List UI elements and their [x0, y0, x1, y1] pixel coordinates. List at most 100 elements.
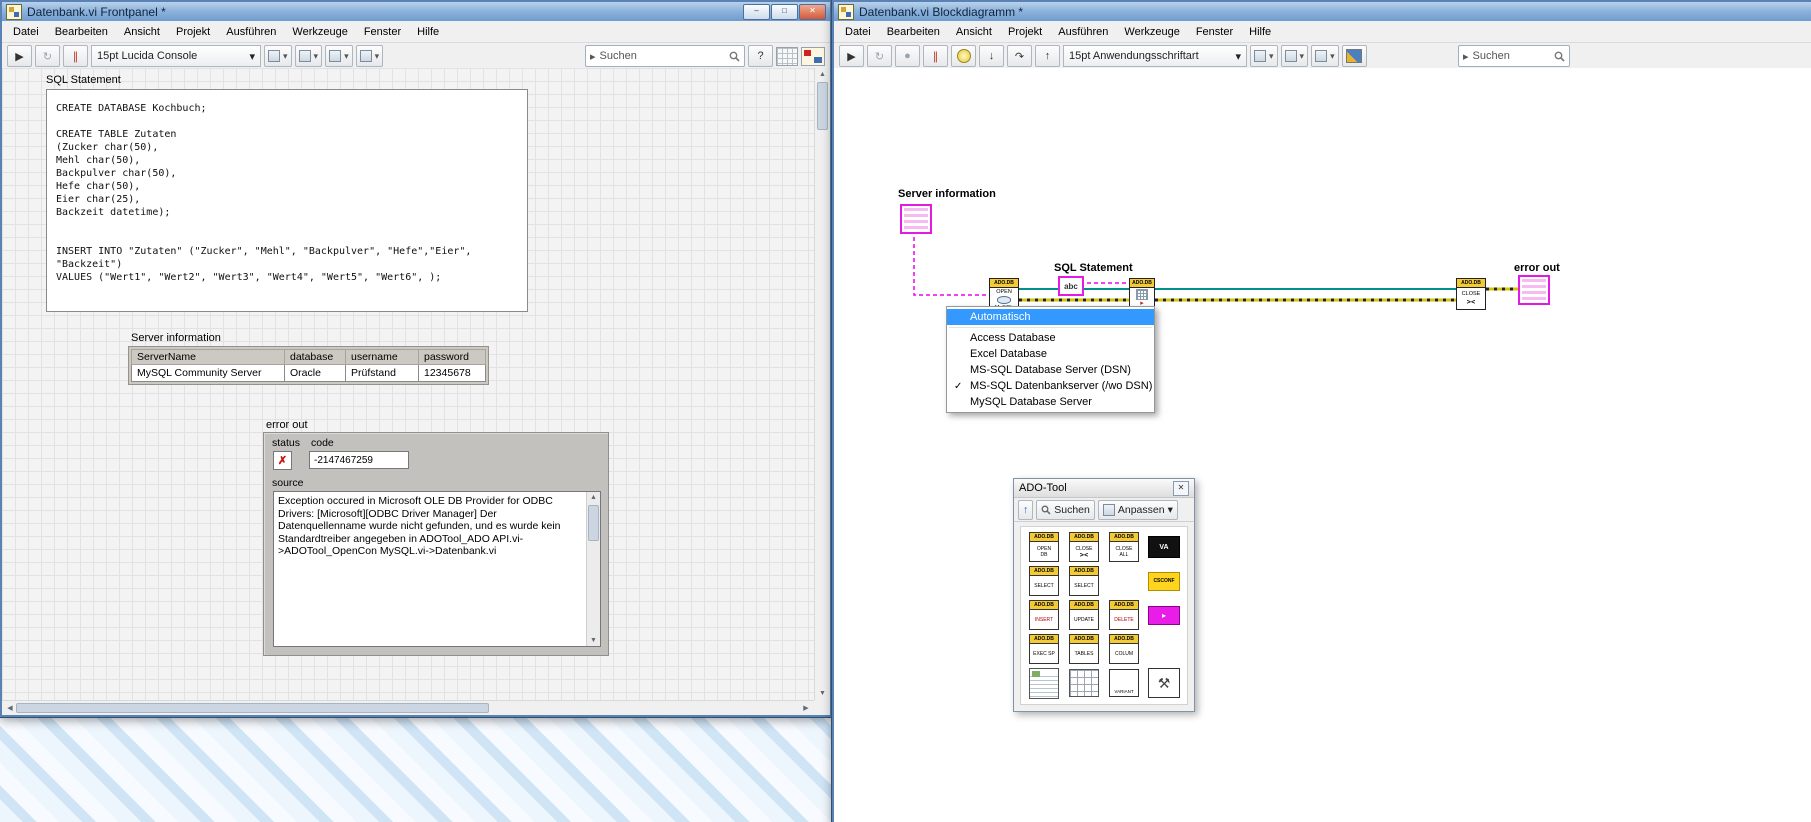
code-field[interactable]: -2147467259 [309, 451, 409, 469]
menu-projekt[interactable]: Projekt [168, 23, 218, 41]
vi-icon[interactable] [801, 46, 825, 66]
abort-button[interactable]: ● [895, 45, 920, 67]
scrollbar-thumb[interactable] [16, 703, 489, 713]
palette-icon-ado-open-db[interactable]: ADO.DB OPEN DB [1029, 532, 1059, 562]
run-button[interactable]: ▶ [7, 45, 32, 67]
status-indicator[interactable]: ✗ [273, 451, 292, 470]
close-button[interactable]: ✕ [799, 3, 826, 20]
scroll-down-icon[interactable]: ▼ [815, 690, 830, 697]
menu-item-mysql-database-server[interactable]: MySQL Database Server [947, 394, 1154, 410]
palette-icon-ado-update[interactable]: ADO.DB UPDATE [1069, 600, 1099, 630]
menu-werkzeuge[interactable]: Werkzeuge [284, 23, 355, 41]
distribute-objects-dropdown[interactable]: ▾ [294, 45, 323, 67]
menu-item-mssql-wo-dsn[interactable]: ✓ MS-SQL Datenbankserver (/wo DSN) [947, 378, 1154, 394]
menu-ansicht[interactable]: Ansicht [948, 23, 1000, 41]
palette-titlebar[interactable]: ADO-Tool ✕ [1014, 479, 1194, 498]
context-help-button[interactable]: ? [748, 45, 773, 67]
menu-fenster[interactable]: Fenster [356, 23, 409, 41]
reorder-dropdown[interactable]: ▾ [1311, 45, 1339, 67]
palette-close-button[interactable]: ✕ [1173, 480, 1189, 496]
server-cluster-wire[interactable] [913, 230, 988, 296]
search-input[interactable]: ▸ Suchen [1458, 45, 1570, 67]
palette-icon-magenta[interactable]: ▸ [1148, 605, 1180, 625]
palette-icon-ado-colum[interactable]: ADO.DB COLUM [1109, 634, 1139, 664]
server-cluster-terminal[interactable] [900, 204, 932, 234]
search-dropdown-icon[interactable]: ▸ [590, 50, 596, 63]
scrollbar-thumb[interactable] [817, 82, 828, 130]
menu-ausfuehren[interactable]: Ausführen [1050, 23, 1116, 41]
step-over-button[interactable]: ↷ [1007, 45, 1032, 67]
source-scrollbar[interactable]: ▲ ▼ [586, 492, 600, 646]
palette-icon-csconf[interactable]: CSCONF [1148, 571, 1180, 591]
error-out-terminal[interactable] [1518, 275, 1550, 305]
menu-hilfe[interactable]: Hilfe [1241, 23, 1279, 41]
menu-datei[interactable]: Datei [837, 23, 879, 41]
sql-statement-textbox[interactable]: CREATE DATABASE Kochbuch; CREATE TABLE Z… [46, 89, 528, 312]
resize-objects-dropdown[interactable]: ▾ [325, 45, 353, 67]
run-button[interactable]: ▶ [839, 45, 864, 67]
palette-icon-ado-select-1[interactable]: ADO.DB SELECT [1029, 566, 1059, 596]
ado-close-node[interactable]: ADO.DB CLOSE >< [1456, 278, 1486, 310]
palette-icon-ado-delete[interactable]: ADO.DB DELETE [1109, 600, 1139, 630]
palette-icon-ado-exec-sp[interactable]: ADO.DB EXEC SP [1029, 634, 1059, 664]
palette-icon-ado-select-2[interactable]: ADO.DB SELECT [1069, 566, 1099, 596]
palette-search-button[interactable]: Suchen [1036, 499, 1095, 520]
cleanup-diagram-button[interactable] [1341, 45, 1367, 67]
frontpanel-titlebar[interactable]: Datenbank.vi Frontpanel * – □ ✕ [2, 2, 830, 21]
palette-customize-button[interactable]: Anpassen ▾ [1097, 499, 1178, 520]
sql-string-terminal[interactable]: abc [1058, 276, 1084, 296]
palette-icon-va[interactable]: VA [1148, 536, 1180, 558]
menu-werkzeuge[interactable]: Werkzeuge [1116, 23, 1187, 41]
connector-pane-icon[interactable] [776, 46, 798, 66]
menu-bearbeiten[interactable]: Bearbeiten [879, 23, 948, 41]
menu-fenster[interactable]: Fenster [1188, 23, 1241, 41]
align-objects-dropdown[interactable]: ▾ [264, 45, 292, 67]
palette-icon-ado-close-all[interactable]: ADO.DB CLOSE ALL [1109, 532, 1139, 562]
frontpanel-horizontal-scrollbar[interactable]: ◀ ▶ [2, 700, 814, 715]
minimize-button[interactable]: – [743, 3, 770, 20]
step-out-button[interactable]: ↑ [1035, 45, 1060, 67]
align-objects-dropdown[interactable]: ▾ [1250, 45, 1278, 67]
scroll-up-icon[interactable]: ▲ [587, 494, 600, 501]
search-input[interactable]: ▸ Suchen [585, 45, 745, 67]
menu-item-excel-database[interactable]: Excel Database [947, 346, 1154, 362]
menu-ausfuehren[interactable]: Ausführen [218, 23, 284, 41]
menu-datei[interactable]: Datei [5, 23, 47, 41]
font-selector[interactable]: 15pt Lucida Console ▾ [91, 45, 261, 67]
menu-ansicht[interactable]: Ansicht [116, 23, 168, 41]
blockdiagram-canvas[interactable]: Server information ADO.DB OPEN MySQL SQL… [834, 68, 1811, 822]
menu-item-mssql-dsn[interactable]: MS-SQL Database Server (DSN) [947, 362, 1154, 378]
palette-icon-report[interactable] [1029, 667, 1059, 699]
username-field[interactable]: Prüfstand [345, 364, 419, 382]
menu-item-access-database[interactable]: Access Database [947, 330, 1154, 346]
scroll-left-icon[interactable]: ◀ [5, 704, 15, 712]
step-into-button[interactable]: ↓ [979, 45, 1004, 67]
scroll-right-icon[interactable]: ▶ [801, 704, 811, 712]
palette-icon-array[interactable] [1069, 669, 1099, 697]
palette-icon-ado-insert[interactable]: ADO.DB INSERT [1029, 600, 1059, 630]
pause-button[interactable]: ∥ [63, 45, 88, 67]
blockdiagram-titlebar[interactable]: Datenbank.vi Blockdiagramm * [834, 2, 1811, 21]
palette-icon-ado-tables[interactable]: ADO.DB TABLES [1069, 634, 1099, 664]
highlight-execution-button[interactable] [951, 45, 976, 67]
run-continuous-button[interactable]: ↻ [35, 45, 60, 67]
pause-button[interactable]: ∥ [923, 45, 948, 67]
database-field[interactable]: Oracle [284, 364, 346, 382]
palette-icon-ado-close[interactable]: ADO.DB CLOSE >< [1069, 532, 1099, 562]
scrollbar-thumb[interactable] [588, 505, 599, 541]
frontpanel-canvas[interactable]: SQL Statement CREATE DATABASE Kochbuch; … [2, 68, 814, 700]
servername-field[interactable]: MySQL Community Server [131, 364, 285, 382]
scroll-up-icon[interactable]: ▲ [815, 71, 830, 78]
frontpanel-vertical-scrollbar[interactable]: ▲ ▼ [814, 68, 830, 700]
menu-bearbeiten[interactable]: Bearbeiten [47, 23, 116, 41]
palette-up-button[interactable]: ↑ [1018, 499, 1034, 520]
menu-projekt[interactable]: Projekt [1000, 23, 1050, 41]
source-textbox[interactable]: Exception occured in Microsoft OLE DB Pr… [273, 491, 601, 647]
menu-item-automatisch[interactable]: Automatisch [947, 309, 1154, 325]
palette-icon-variant[interactable]: VARIANT [1109, 669, 1139, 697]
reorder-dropdown[interactable]: ▾ [355, 45, 384, 67]
search-dropdown-icon[interactable]: ▸ [1463, 50, 1469, 63]
run-continuous-button[interactable]: ↻ [867, 45, 892, 67]
maximize-button[interactable]: □ [771, 3, 798, 20]
password-field[interactable]: 12345678 [418, 364, 486, 382]
